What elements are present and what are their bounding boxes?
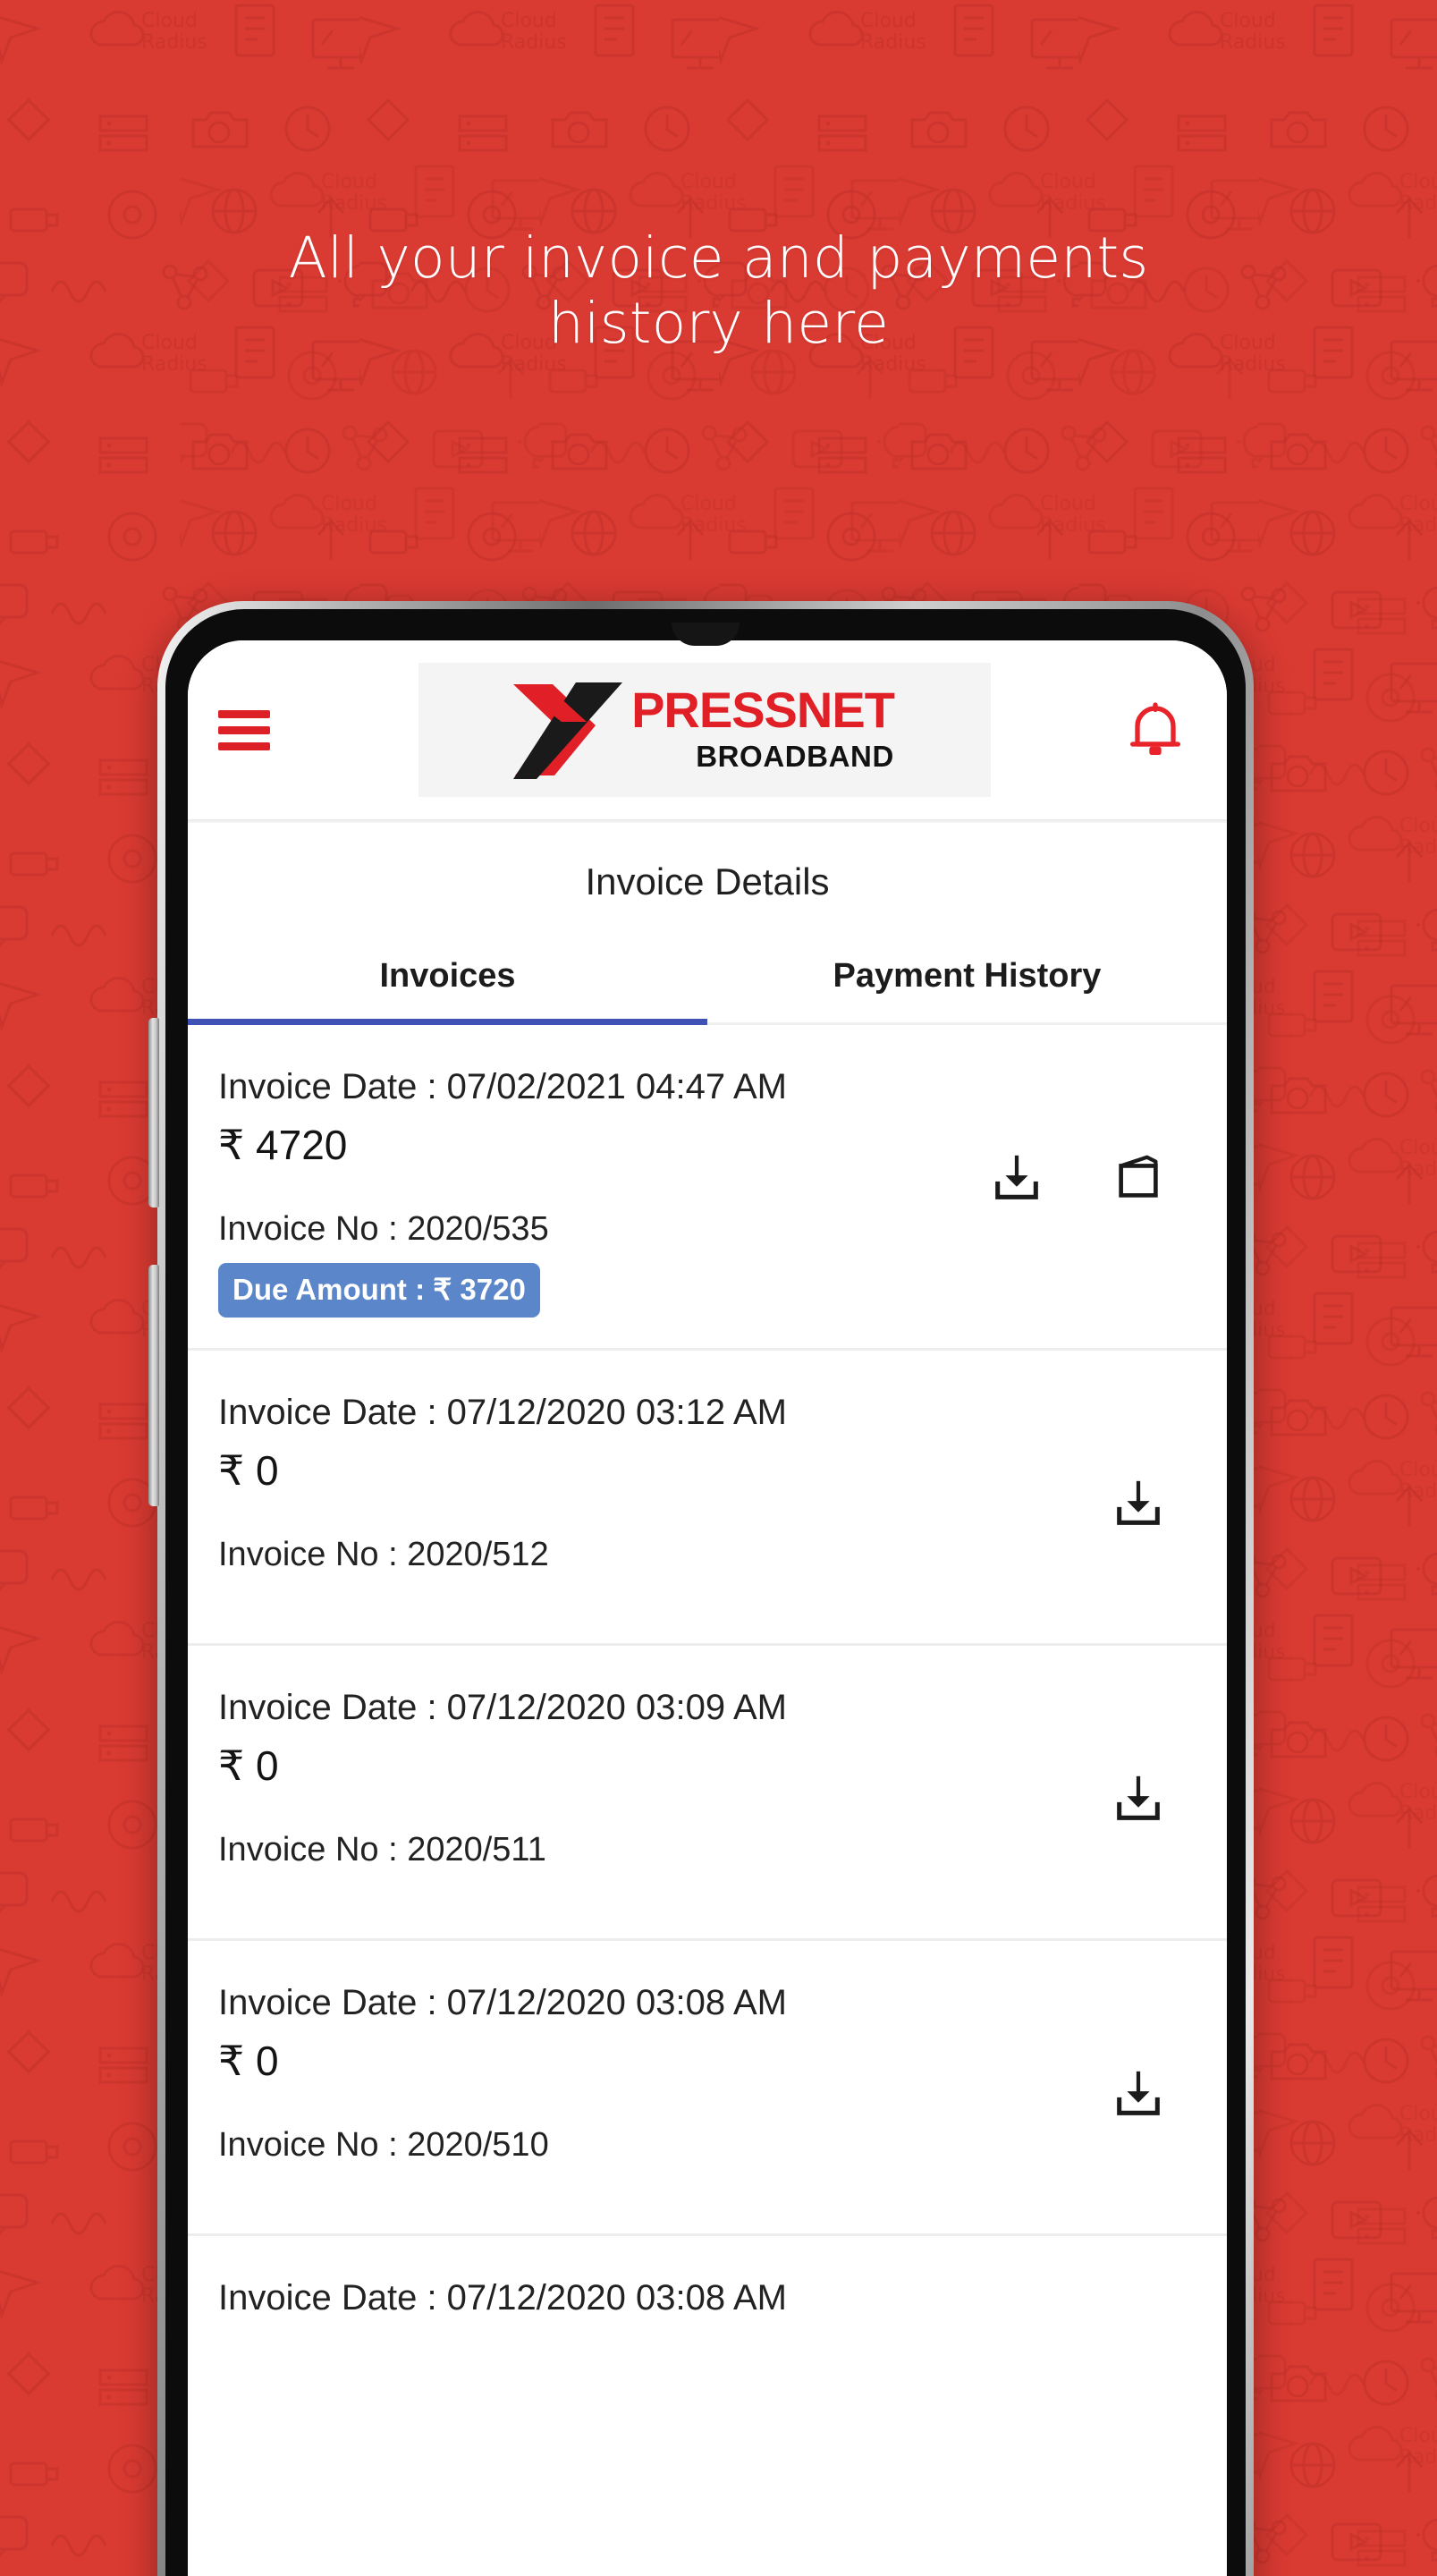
promo-headline-line1: All your invoice and payments xyxy=(288,225,1149,291)
invoice-info: Invoice Date : 07/12/2020 03:12 AM ₹ 0 I… xyxy=(218,1390,1111,1574)
invoice-number: Invoice No : 2020/511 xyxy=(218,1831,546,1869)
wallet-icon[interactable] xyxy=(1111,1150,1166,1206)
phone-power-button[interactable] xyxy=(148,1265,159,1506)
invoice-number: Invoice No : 2020/510 xyxy=(218,2126,549,2165)
invoice-row[interactable]: Invoice Date : 07/12/2020 03:09 AM ₹ 0 I… xyxy=(188,1646,1227,1942)
hamburger-menu-icon[interactable] xyxy=(213,689,295,771)
logo-primary-text: PRESSNET xyxy=(631,682,895,738)
invoice-actions xyxy=(1111,1685,1196,1826)
invoice-amount: ₹ 0 xyxy=(218,1742,279,1790)
phone-volume-button[interactable] xyxy=(148,1018,159,1208)
download-icon[interactable] xyxy=(1111,2066,1166,2122)
invoice-row[interactable]: Invoice Date : 07/12/2020 03:08 AM xyxy=(188,2236,1227,2361)
invoice-actions xyxy=(989,1064,1196,1206)
invoice-date: Invoice Date : 07/12/2020 03:09 AM xyxy=(218,1688,787,1728)
invoice-row[interactable]: Invoice Date : 07/02/2021 04:47 AM ₹ 472… xyxy=(188,1025,1227,1352)
invoice-date: Invoice Date : 07/12/2020 03:08 AM xyxy=(218,2278,787,2318)
invoice-number: Invoice No : 2020/512 xyxy=(218,1536,549,1574)
tab-payment-history[interactable]: Payment History xyxy=(707,934,1227,1022)
app-header: PRESSNET BROADBAND xyxy=(188,640,1227,819)
phone-mockup: PRESSNET BROADBAND Invoice Details Invoi… xyxy=(148,601,1254,2576)
page-title: Invoice Details xyxy=(585,860,830,902)
invoice-row[interactable]: Invoice Date : 07/12/2020 03:12 AM ₹ 0 I… xyxy=(188,1351,1227,1647)
hamburger-bar-1 xyxy=(218,709,270,718)
invoice-info: Invoice Date : 07/02/2021 04:47 AM ₹ 472… xyxy=(218,1064,989,1318)
invoice-info: Invoice Date : 07/12/2020 03:08 AM xyxy=(218,2275,1166,2321)
invoice-date: Invoice Date : 07/12/2020 03:08 AM xyxy=(218,1983,787,2023)
invoice-number: Invoice No : 2020/535 xyxy=(218,1210,549,1249)
invoice-info: Invoice Date : 07/12/2020 03:08 AM ₹ 0 I… xyxy=(218,1980,1111,2165)
bell-icon[interactable] xyxy=(1114,689,1196,771)
tab-invoices[interactable]: Invoices xyxy=(188,934,707,1025)
promo-headline-line2: history here xyxy=(547,291,890,357)
download-icon[interactable] xyxy=(989,1150,1044,1206)
x-mark-icon xyxy=(513,682,623,779)
download-icon[interactable] xyxy=(1111,1771,1166,1826)
invoice-actions xyxy=(1111,1980,1196,2122)
promo-screenshot: Cloud Radius All your invoice and paymen… xyxy=(0,0,1437,2576)
hamburger-bar-3 xyxy=(218,741,270,750)
invoice-row[interactable]: Invoice Date : 07/12/2020 03:08 AM ₹ 0 I… xyxy=(188,1941,1227,2237)
app-logo: PRESSNET BROADBAND xyxy=(295,663,1114,797)
invoice-actions xyxy=(1111,1390,1196,1531)
logo-plate: PRESSNET BROADBAND xyxy=(418,663,991,797)
promo-headline: All your invoice and payments history he… xyxy=(0,225,1437,356)
invoice-amount: ₹ 4720 xyxy=(218,1122,348,1169)
invoice-info: Invoice Date : 07/12/2020 03:09 AM ₹ 0 I… xyxy=(218,1685,1111,1869)
logo-secondary-text: BROADBAND xyxy=(696,740,894,773)
phone-screen: PRESSNET BROADBAND Invoice Details Invoi… xyxy=(188,640,1227,2576)
download-icon[interactable] xyxy=(1111,1476,1166,1531)
invoice-actions xyxy=(1166,2275,1196,2361)
tab-bar: Invoices Payment History xyxy=(188,934,1227,1025)
invoice-amount: ₹ 0 xyxy=(218,1447,279,1495)
invoice-date: Invoice Date : 07/12/2020 03:12 AM xyxy=(218,1393,787,1433)
invoice-amount: ₹ 0 xyxy=(218,2038,279,2085)
invoice-date: Invoice Date : 07/02/2021 04:47 AM xyxy=(218,1067,787,1106)
due-amount-badge: Due Amount : ₹ 3720 xyxy=(218,1263,540,1318)
invoice-list: Invoice Date : 07/02/2021 04:47 AM ₹ 472… xyxy=(188,1025,1227,2361)
hamburger-bar-2 xyxy=(218,725,270,734)
logo-wordmark: PRESSNET BROADBAND xyxy=(631,682,895,773)
